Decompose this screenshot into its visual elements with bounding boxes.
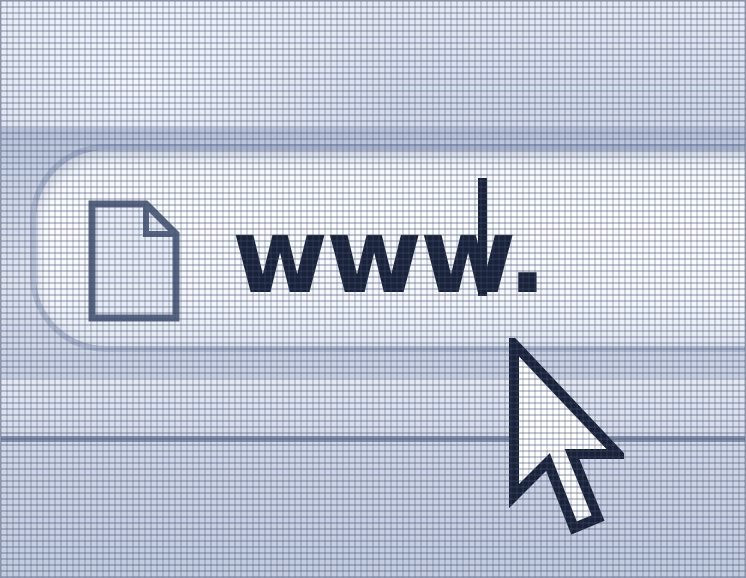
address-input-value[interactable]: www.	[232, 196, 547, 316]
zoomed-monitor-photo: www.	[0, 0, 746, 578]
arrow-pointer-icon	[509, 338, 624, 535]
document-icon	[88, 200, 180, 322]
text-caret	[478, 178, 487, 296]
toolbar-divider	[0, 436, 746, 442]
